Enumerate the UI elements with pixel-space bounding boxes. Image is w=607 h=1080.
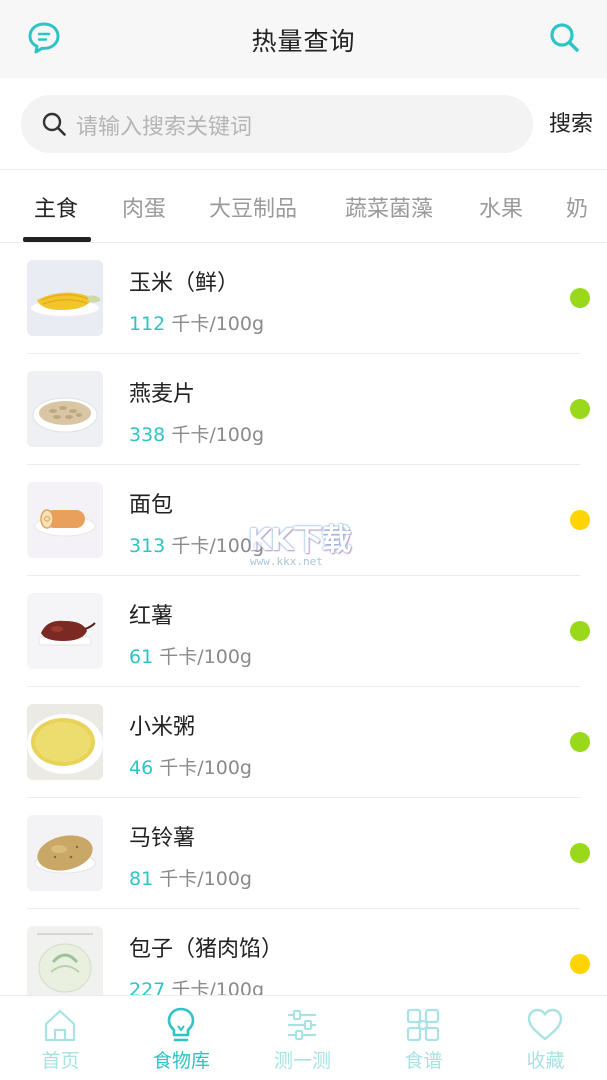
food-calories: 313 千卡/100g	[129, 535, 265, 557]
food-thumbnail	[27, 926, 103, 995]
food-name: 马铃薯	[129, 826, 196, 851]
tab-fruit[interactable]: 水果	[479, 191, 523, 223]
food-calories: 112 千卡/100g	[129, 313, 265, 335]
list-item[interactable]: 红薯 61 千卡/100g	[0, 576, 607, 687]
food-name: 包子（猪肉馅）	[129, 937, 284, 962]
food-name: 玉米（鲜）	[129, 271, 240, 296]
list-item[interactable]: 马铃薯 81 千卡/100g	[0, 798, 607, 909]
tab-staple[interactable]: 主食	[34, 191, 78, 223]
list-item[interactable]: 小米粥 46 千卡/100g	[0, 687, 607, 798]
category-tabs: 主食 肉蛋 大豆制品 蔬菜菌藻 水果 奶	[0, 170, 607, 243]
food-calories: 338 千卡/100g	[129, 424, 265, 446]
tab-dairy[interactable]: 奶	[566, 191, 588, 223]
food-thumbnail	[27, 260, 103, 336]
food-calories: 46 千卡/100g	[129, 757, 252, 779]
bottom-nav: 首页 食物库 测一测 食谱 收藏	[0, 995, 607, 1080]
nav-food-library[interactable]: 食物库	[121, 996, 242, 1080]
nav-recipes[interactable]: 食谱	[363, 996, 484, 1080]
nav-label: 首页	[41, 1050, 80, 1072]
food-calories: 227 千卡/100g	[129, 979, 265, 995]
nav-favorites[interactable]: 收藏	[485, 996, 606, 1080]
search-placeholder: 请输入搜索关键词	[76, 115, 253, 140]
tab-soy[interactable]: 大豆制品	[209, 191, 297, 223]
calorie-level-dot	[570, 288, 590, 308]
app-header: 热量查询	[0, 0, 607, 78]
calorie-level-dot	[570, 621, 590, 641]
food-calories: 61 千卡/100g	[129, 646, 252, 668]
nav-label: 食谱	[404, 1050, 443, 1072]
heart-icon	[527, 1008, 563, 1041]
search-button[interactable]: 搜索	[549, 106, 593, 138]
tab-vegetables[interactable]: 蔬菜菌藻	[345, 191, 433, 223]
sliders-icon	[288, 1010, 316, 1040]
magnifier-icon	[42, 112, 66, 136]
food-name: 燕麦片	[129, 382, 196, 407]
nav-label: 食物库	[152, 1050, 210, 1072]
calorie-level-dot	[570, 732, 590, 752]
calorie-level-dot	[570, 843, 590, 863]
list-item[interactable]: 包子（猪肉馅） 227 千卡/100g	[0, 909, 607, 995]
active-tab-indicator	[23, 237, 91, 242]
lightbulb-icon	[167, 1007, 195, 1042]
watermark: KK下载 www.kkx.net	[248, 515, 368, 575]
watermark-url: www.kkx.net	[250, 555, 323, 568]
calorie-level-dot	[570, 510, 590, 530]
food-thumbnail	[27, 482, 103, 558]
food-name: 红薯	[129, 604, 174, 629]
search-bar: 请输入搜索关键词 搜索	[0, 78, 607, 170]
nav-label: 收藏	[526, 1050, 565, 1072]
nav-test[interactable]: 测一测	[242, 996, 363, 1080]
nav-label: 测一测	[273, 1050, 331, 1072]
page-title: 热量查询	[251, 27, 356, 56]
home-icon	[44, 1009, 76, 1042]
calorie-level-dot	[570, 399, 590, 419]
search-input[interactable]: 请输入搜索关键词	[21, 95, 533, 153]
search-icon[interactable]	[547, 20, 581, 54]
calorie-level-dot	[570, 954, 590, 974]
food-thumbnail	[27, 593, 103, 669]
food-thumbnail	[27, 815, 103, 891]
tab-meat-egg[interactable]: 肉蛋	[122, 191, 166, 223]
list-item[interactable]: 燕麦片 338 千卡/100g	[0, 354, 607, 465]
food-thumbnail	[27, 704, 103, 780]
grid-icon	[406, 1008, 440, 1042]
food-name: 小米粥	[129, 715, 196, 740]
food-calories: 81 千卡/100g	[129, 868, 252, 890]
food-thumbnail	[27, 371, 103, 447]
food-name: 面包	[129, 493, 174, 518]
nav-home[interactable]: 首页	[0, 996, 121, 1080]
list-item[interactable]: 玉米（鲜） 112 千卡/100g	[0, 243, 607, 354]
watermark-logo: KK下载	[248, 523, 351, 558]
food-list: 玉米（鲜） 112 千卡/100g 燕麦片 338 千卡/100g 面包 313…	[0, 243, 607, 995]
